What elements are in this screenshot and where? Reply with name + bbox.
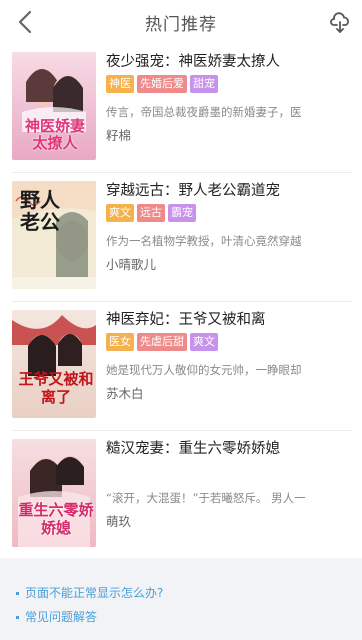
help-link-label: 页面不能正常显示怎么办?	[25, 586, 164, 600]
page-title: 热门推荐	[145, 14, 217, 35]
book-cover[interactable]: 王爷又被和离了	[12, 310, 96, 418]
help-link-faq[interactable]: 常见问题解答	[16, 608, 97, 625]
tag: 爽文	[106, 204, 134, 222]
book-title: 夜少强宠：神医娇妻太撩人	[106, 54, 280, 70]
book-author: 籽棉	[106, 128, 132, 143]
tag: 甜宠	[190, 75, 218, 93]
tag-list: 神医 先婚后爱 甜宠	[106, 75, 352, 95]
book-title: 穿越远古：野人老公霸道宠	[106, 183, 280, 199]
chevron-left-icon	[18, 10, 32, 34]
back-button[interactable]	[14, 8, 36, 36]
book-item[interactable]: 王爷又被和离了 神医弃妃：王爷又被和离 医女 先虐后甜 爽文 她是现代万人敬仰的女元…	[12, 302, 352, 431]
help-link-label: 常见问题解答	[25, 610, 98, 624]
book-author: 苏木白	[106, 386, 144, 401]
help-footer: 页面不能正常显示怎么办? 常见问题解答	[0, 574, 362, 640]
book-description: 传言，帝国总裁夜爵墨的新婚妻子，医	[106, 105, 302, 119]
book-author: 萌玖	[106, 514, 132, 529]
book-cover[interactable]: 神医娇妻太撩人	[12, 52, 96, 160]
book-description: 作为一名植物学教授，叶清心竟然穿越	[106, 234, 302, 248]
tag: 医女	[106, 333, 134, 351]
book-description: “滚开，大混蛋！”于若曦怒斥。 男人一	[106, 491, 306, 505]
book-item[interactable]: 重生六零娇娇媳 糙汉宠妻：重生六零娇娇媳 “滚开，大混蛋！”于若曦怒斥。 男人一…	[12, 431, 352, 559]
tag: 先虐后甜	[137, 333, 187, 351]
tag: 先婚后爱	[137, 75, 187, 93]
tag: 神医	[106, 75, 134, 93]
help-link-display-issue[interactable]: 页面不能正常显示怎么办?	[16, 584, 163, 601]
cover-title-text: 神医娇妻太撩人	[24, 117, 85, 152]
book-author: 小晴歌儿	[106, 257, 157, 272]
cover-title-text: 王爷又被和离了	[18, 370, 94, 406]
tag-list: 医女 先虐后甜 爽文	[106, 333, 352, 353]
tag: 霸宠	[168, 204, 196, 222]
tag-list: 爽文 远古 霸宠	[106, 204, 352, 224]
book-cover[interactable]: 野人老公	[12, 181, 96, 289]
book-title: 神医弃妃：王爷又被和离	[106, 312, 266, 328]
bullet-icon	[16, 616, 19, 619]
share-icon	[330, 12, 349, 33]
book-list: 神医娇妻太撩人 夜少强宠：神医娇妻太撩人 神医 先婚后爱 甜宠 传言，帝国总裁夜爵墨…	[0, 44, 362, 558]
book-item[interactable]: 野人老公 穿越远古：野人老公霸道宠 爽文 远古 霸宠 作为一名植物学教授，叶清心竟然…	[12, 173, 352, 302]
book-item[interactable]: 神医娇妻太撩人 夜少强宠：神医娇妻太撩人 神医 先婚后爱 甜宠 传言，帝国总裁夜爵墨…	[12, 44, 352, 173]
book-title: 糙汉宠妻：重生六零娇娇媳	[106, 441, 280, 457]
share-button[interactable]	[326, 8, 354, 36]
top-nav-bar: 热门推荐	[0, 0, 362, 44]
tag: 远古	[137, 204, 165, 222]
bullet-icon	[16, 592, 19, 595]
book-cover[interactable]: 重生六零娇娇媳	[12, 439, 96, 547]
cover-title-text: 野人老公	[20, 188, 60, 234]
tag: 爽文	[190, 333, 218, 351]
cover-title-text: 重生六零娇娇媳	[18, 501, 94, 537]
book-description: 她是现代万人敬仰的女元帅，一睁眼却	[106, 363, 302, 377]
